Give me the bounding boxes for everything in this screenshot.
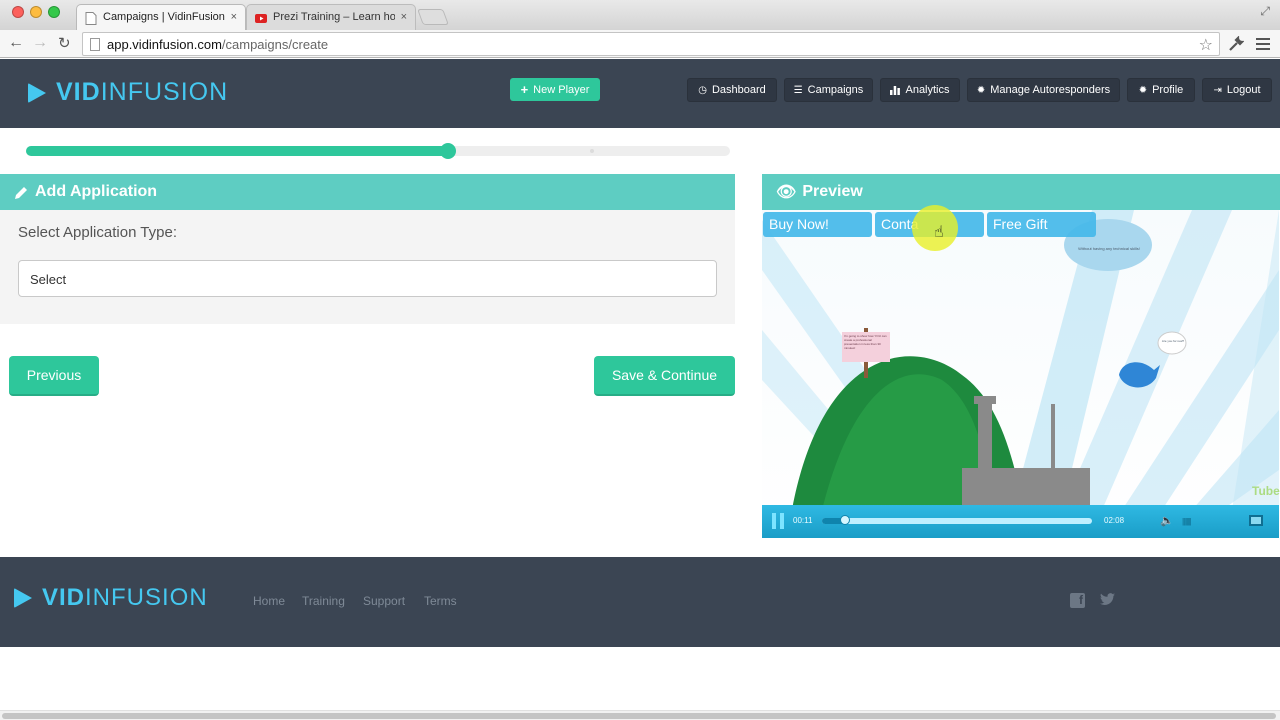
logout-icon: ⇥ [1213, 84, 1222, 96]
eye-icon: 👁 [776, 184, 797, 201]
logo-text-light: INFUSION [100, 78, 229, 106]
overlay-buy-now-button[interactable]: Buy Now! [763, 212, 872, 237]
tab-title: Campaigns | VidinFusion [103, 11, 225, 23]
url-path: /campaigns/create [221, 37, 329, 52]
footer-link-home[interactable]: Home [253, 594, 285, 608]
wizard-progress-bar [26, 143, 730, 159]
zoom-window-button[interactable] [48, 6, 60, 18]
nav-label: Logout [1226, 84, 1261, 96]
footer-link-training[interactable]: Training [302, 594, 345, 608]
youtube-icon [255, 14, 267, 23]
site-footer: VID INFUSION Home Training Support Terms … [0, 557, 1280, 647]
progress-knob [440, 143, 457, 159]
star-icon[interactable]: ☆ [1199, 35, 1213, 55]
pause-icon[interactable] [772, 513, 784, 529]
nav-analytics[interactable]: Analytics [880, 78, 960, 102]
plus-icon: + [520, 82, 529, 97]
nav-label: Campaigns [807, 84, 864, 96]
app-header: VID INFUSION + New Player ◷ Dashboard ☰ C… [0, 59, 1280, 128]
add-application-body: Select Application Type: Select [0, 210, 735, 324]
nav-campaigns[interactable]: ☰ Campaigns [784, 78, 873, 102]
cloud-caption: Without having any technical skills! [1078, 246, 1140, 251]
add-application-header: Add Application [0, 174, 735, 210]
preview-header: 👁 Preview [762, 174, 1280, 210]
tab-close-icon[interactable]: × [401, 11, 407, 23]
tab-close-icon[interactable]: × [231, 11, 237, 23]
page-icon [90, 38, 100, 51]
horizontal-scrollbar[interactable] [0, 710, 1280, 720]
video-frame-illustration [762, 210, 1279, 510]
application-type-label: Select Application Type: [18, 224, 177, 241]
video-preview[interactable]: Without having any technical skills! Are… [762, 210, 1279, 538]
new-player-label: New Player [533, 83, 590, 96]
progress-step-dot [590, 149, 594, 153]
current-time: 00:11 [793, 516, 813, 525]
new-tab-button[interactable] [417, 9, 449, 25]
preview-title: Preview [802, 183, 863, 200]
forward-icon[interactable]: → [32, 34, 48, 52]
footer-link-terms[interactable]: Terms [424, 594, 457, 608]
page-icon [85, 12, 97, 25]
volume-slider[interactable]: |||||||| [1182, 517, 1192, 526]
url-domain: app.vidinfusion.com [107, 37, 222, 52]
list-icon: ☰ [793, 84, 803, 96]
new-player-button[interactable]: + New Player [510, 78, 600, 101]
menu-icon[interactable] [1256, 38, 1270, 50]
nav-manage-autoresponders[interactable]: ✹ Manage Autoresponders [967, 78, 1120, 102]
close-window-button[interactable] [12, 6, 24, 18]
logo-text-bold: VID [56, 78, 101, 106]
logo-text-light: INFUSION [85, 584, 208, 611]
address-bar[interactable]: app.vidinfusion.com/campaigns/create ☆ [82, 32, 1220, 56]
nav-label: Analytics [905, 84, 950, 96]
browser-tab-bar: Campaigns | VidinFusion × Prezi Training… [0, 0, 1280, 30]
twitter-icon[interactable] [1100, 593, 1115, 606]
logo-text-bold: VID [42, 584, 86, 611]
play-logo-icon [28, 82, 46, 103]
clock-icon: ◷ [698, 84, 707, 96]
youtube-watermark: Tube [1252, 484, 1280, 498]
save-continue-button[interactable]: Save & Continue [594, 356, 735, 396]
nav-profile[interactable]: ✹ Profile [1127, 78, 1195, 102]
pencil-icon [15, 186, 27, 199]
seek-knob[interactable] [840, 515, 851, 525]
gear-icon: ✹ [976, 84, 986, 96]
fullscreen-icon[interactable] [1249, 515, 1263, 526]
video-controls: 00:11 02:08 🔈 |||||||| [762, 505, 1279, 538]
nav-label: Dashboard [711, 84, 766, 96]
sign-caption: I'm going to show how YOU can create a p… [844, 334, 887, 350]
tab-title: Prezi Training – Learn how [273, 11, 395, 23]
facebook-icon[interactable]: f [1070, 593, 1085, 608]
mute-icon[interactable]: 🔈 [1160, 514, 1174, 527]
add-application-title: Add Application [35, 183, 158, 200]
application-type-select[interactable]: Select [18, 260, 717, 297]
duration: 02:08 [1104, 516, 1125, 525]
reload-icon[interactable]: ↻ [58, 34, 71, 52]
browser-tab-campaigns[interactable]: Campaigns | VidinFusion × [76, 4, 246, 30]
wrench-icon[interactable] [1228, 36, 1244, 52]
bar-chart-icon [890, 86, 901, 95]
footer-link-support[interactable]: Support [363, 594, 405, 608]
nav-logout[interactable]: ⇥ Logout [1202, 78, 1272, 102]
nav-label: Profile [1152, 84, 1184, 96]
video-seek-bar[interactable] [822, 515, 1092, 525]
vidinfusion-logo[interactable]: VID INFUSION [28, 78, 228, 107]
gear-icon: ✹ [1138, 84, 1148, 96]
footer-logo[interactable]: VID INFUSION [14, 584, 208, 612]
progress-fill [26, 146, 449, 156]
overlay-free-gift-button[interactable]: Free Gift [987, 212, 1096, 237]
nav-label: Manage Autoresponders [990, 84, 1111, 96]
back-icon[interactable]: ← [8, 34, 24, 52]
browser-tab-prezi[interactable]: Prezi Training – Learn how × [246, 4, 416, 30]
minimize-window-button[interactable] [30, 6, 42, 18]
previous-button[interactable]: Previous [9, 356, 99, 396]
speech-bubble-caption: Are you for real? [1161, 339, 1185, 343]
hand-cursor-icon: ☝ [934, 224, 944, 241]
play-logo-icon [14, 588, 32, 608]
fullscreen-icon[interactable]: ⤢ [1260, 4, 1270, 19]
browser-toolbar: ← → ↻ app.vidinfusion.com/campaigns/crea… [0, 30, 1280, 58]
nav-dashboard[interactable]: ◷ Dashboard [687, 78, 777, 102]
scrollbar-thumb[interactable] [2, 713, 1276, 719]
